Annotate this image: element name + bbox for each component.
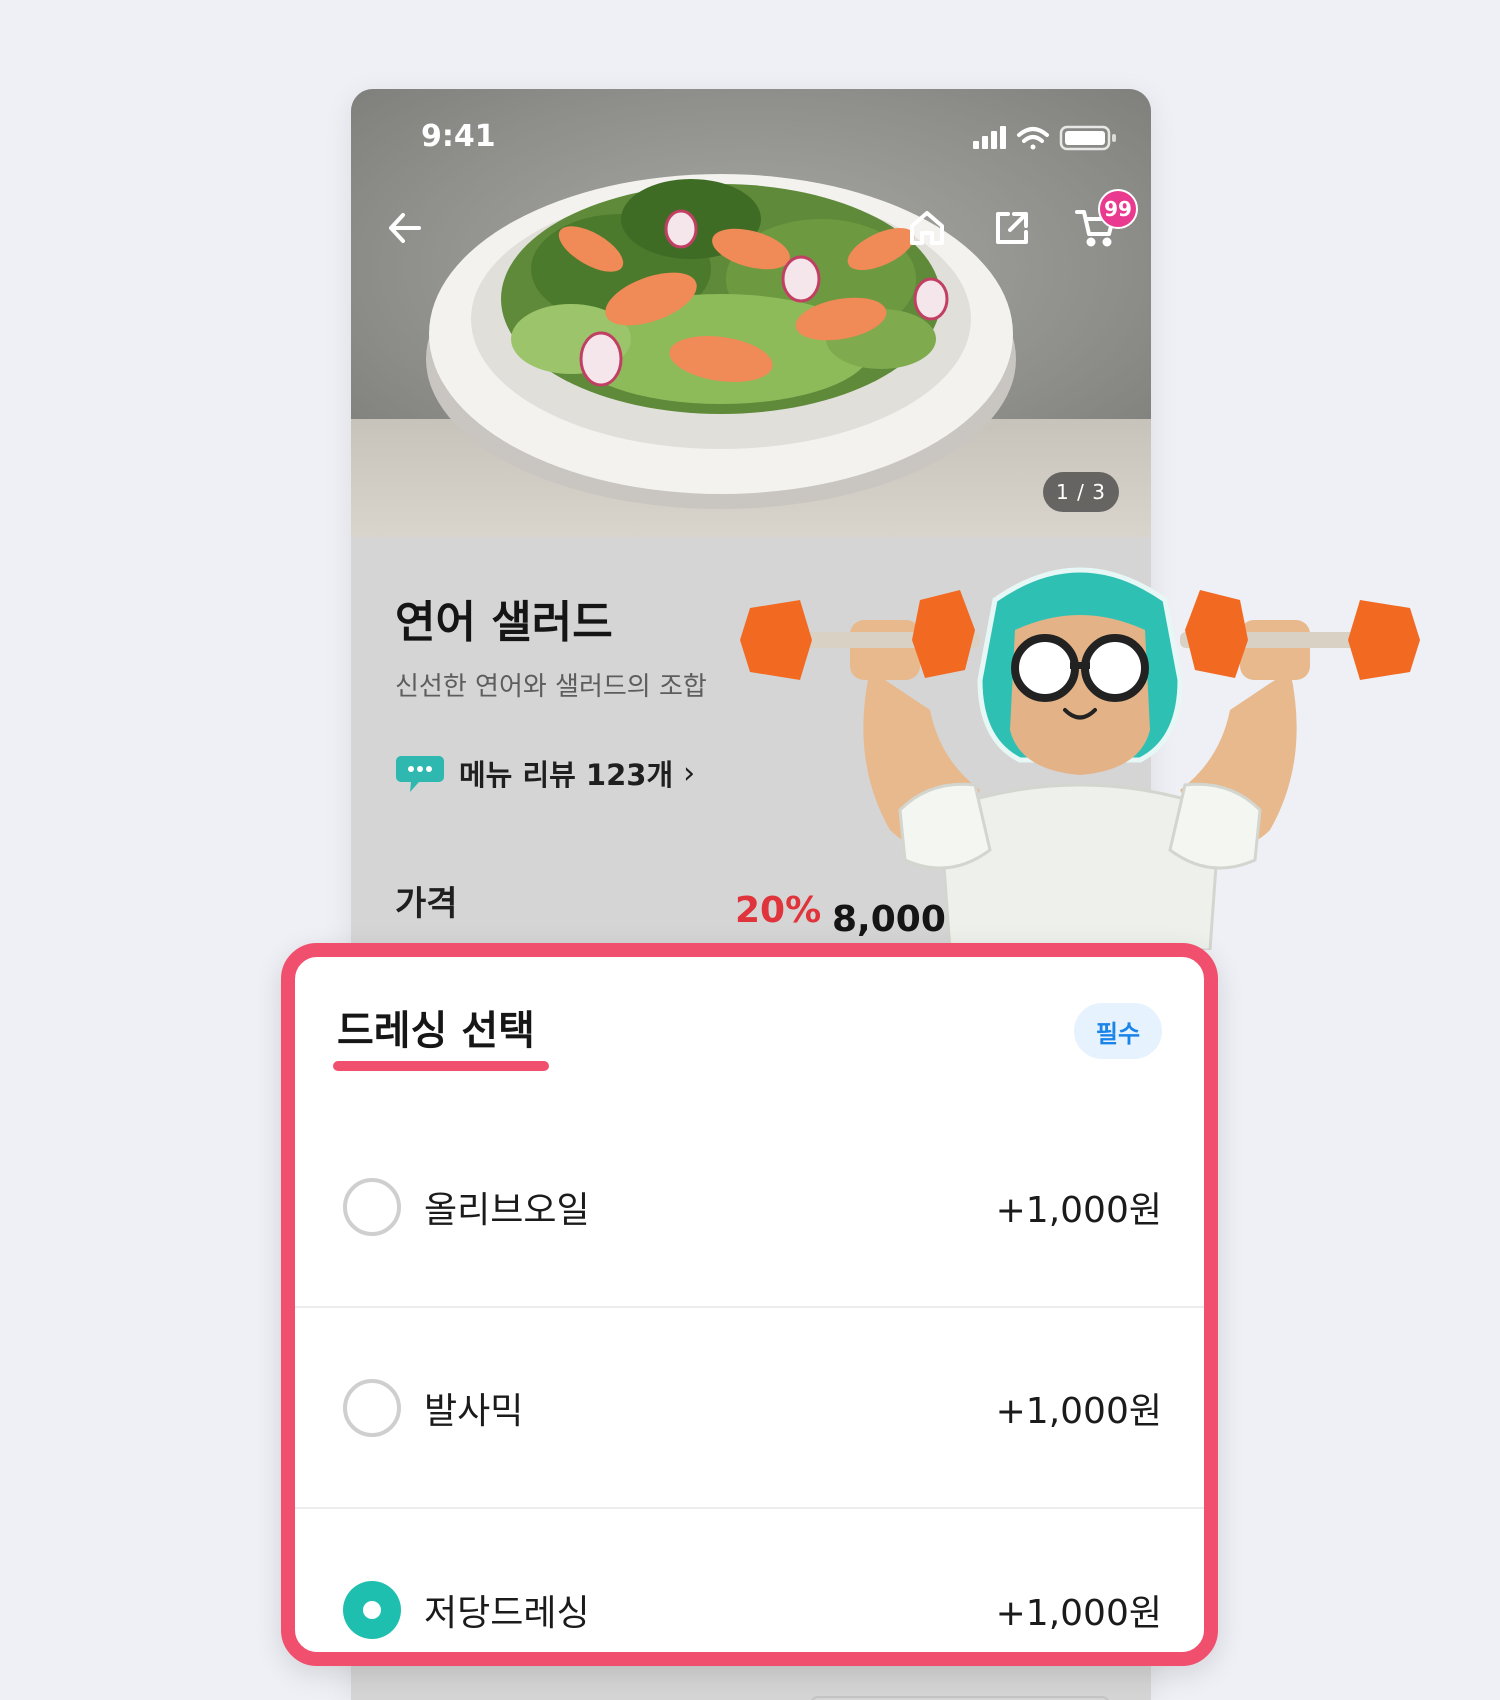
option-label: 발사믹 xyxy=(424,1390,524,1432)
option-balsamic[interactable]: 발사믹 +1,000원 xyxy=(295,1308,1204,1509)
dressing-option-card: 드레싱 선택 필수 올리브오일 +1,000원 발사믹 +1,000원 저당드레… xyxy=(281,943,1218,1666)
title-highlight xyxy=(333,1061,549,1071)
fitness-character-illustration xyxy=(740,567,1420,950)
product-name: 연어 샐러드 xyxy=(395,597,613,648)
option-price: +1,000원 xyxy=(995,1189,1162,1231)
option-price: +1,000원 xyxy=(995,1592,1162,1634)
bottom-button-outline xyxy=(810,1696,1110,1700)
option-list: 올리브오일 +1,000원 발사믹 +1,000원 저당드레싱 +1,000원 xyxy=(295,1107,1204,1652)
stage: 9:41 99 1 / 3 연어 샐러드 신선한 연어와 샐러드의 조합 메뉴 … xyxy=(0,0,1500,1700)
salad-bowl-image xyxy=(426,174,1016,509)
option-price: +1,000원 xyxy=(995,1390,1162,1432)
status-bar: 9:41 xyxy=(351,89,1151,179)
back-arrow-icon xyxy=(389,213,421,243)
radio-button-selected[interactable] xyxy=(343,1580,401,1639)
product-description: 신선한 연어와 샐러드의 조합 xyxy=(395,672,707,702)
home-icon xyxy=(910,211,944,245)
option-olive-oil[interactable]: 올리브오일 +1,000원 xyxy=(295,1107,1204,1308)
back-button[interactable] xyxy=(378,201,432,255)
signal-icon xyxy=(973,126,1006,149)
option-label: 저당드레싱 xyxy=(424,1592,590,1634)
option-low-sugar-dressing[interactable]: 저당드레싱 +1,000원 xyxy=(295,1509,1204,1652)
option-group-title: 드레싱 선택 xyxy=(337,1008,535,1054)
option-label: 올리브오일 xyxy=(424,1189,590,1231)
radio-button[interactable] xyxy=(343,1378,401,1437)
image-counter: 1 / 3 xyxy=(1043,472,1119,512)
status-icons xyxy=(973,125,1116,151)
share-button[interactable] xyxy=(985,201,1039,255)
battery-icon xyxy=(1059,125,1116,151)
wifi-icon xyxy=(1017,127,1049,150)
price-label: 가격 xyxy=(395,884,458,924)
required-badge: 필수 xyxy=(1074,1003,1162,1059)
cart-count-badge: 99 xyxy=(1098,189,1138,229)
home-button[interactable] xyxy=(900,201,954,255)
product-image-carousel[interactable]: 9:41 99 1 / 3 xyxy=(351,89,1151,537)
review-link[interactable]: 메뉴 리뷰 123개 › xyxy=(395,752,695,794)
radio-button[interactable] xyxy=(343,1177,401,1236)
chevron-right-icon: › xyxy=(683,755,696,791)
review-link-label: 메뉴 리뷰 123개 xyxy=(459,758,674,792)
share-icon xyxy=(996,212,1028,244)
status-time: 9:41 xyxy=(421,119,496,154)
chat-bubble-icon xyxy=(396,756,444,792)
